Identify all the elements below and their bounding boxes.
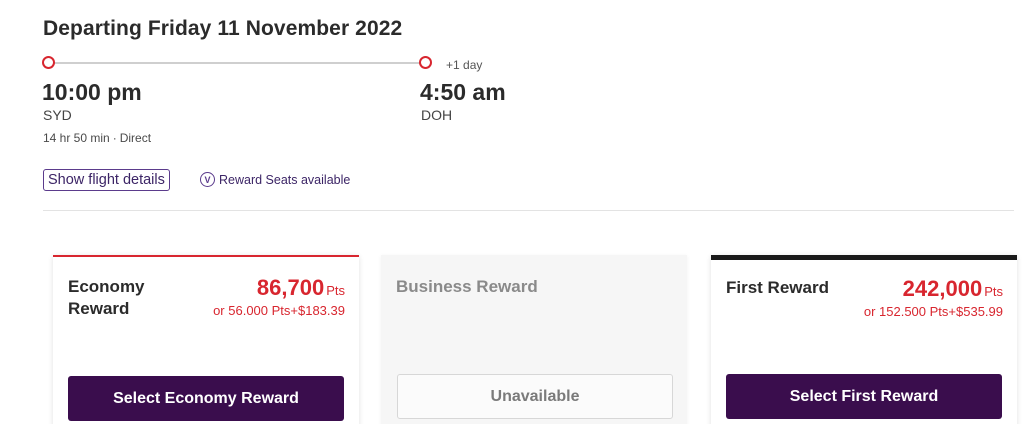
- arrival-airport: DOH: [421, 107, 453, 123]
- flight-stops: Direct: [119, 131, 152, 145]
- departure-time: 10:00 pm: [42, 79, 142, 105]
- route-line: [42, 55, 442, 71]
- fare-title-business: Business Reward: [396, 277, 538, 296]
- fare-card-economy: Economy Reward 86,700 Pts or 56.000 Pts+$…: [53, 255, 359, 424]
- fare-points-unit-first: Pts: [984, 284, 1003, 299]
- fare-card-business: Business Reward Unavailable: [381, 255, 687, 424]
- flight-heading: Departing Friday 11 November 2022: [43, 17, 403, 40]
- flight-duration: 14 hr 50 min: [43, 131, 110, 145]
- day-offset-label: +1 day: [446, 58, 483, 72]
- arrival-marker-icon: [419, 56, 432, 69]
- meta-separator: ·: [112, 131, 117, 145]
- arrival-time: 4:50 am: [420, 79, 506, 105]
- fare-alt-price-first: or 152.500 Pts+$535.99: [863, 304, 1003, 319]
- departure-airport: SYD: [43, 107, 72, 123]
- fare-title-economy: Economy Reward: [68, 277, 145, 318]
- reward-seats-label: Reward Seats available: [219, 172, 351, 187]
- reward-seats-indicator: V Reward Seats available: [200, 172, 350, 187]
- fare-points-first: 242,000: [902, 276, 983, 301]
- select-economy-reward-button[interactable]: Select Economy Reward: [68, 376, 344, 421]
- fare-title-first: First Reward: [726, 278, 829, 297]
- fare-price-economy: 86,700 Pts or 56.000 Pts+$183.39: [213, 275, 345, 318]
- route-track: [50, 62, 425, 64]
- departure-marker-icon: [42, 56, 55, 69]
- fare-card-first: First Reward 242,000 Pts or 152.500 Pts+$…: [711, 255, 1017, 424]
- select-first-reward-button[interactable]: Select First Reward: [726, 374, 1002, 419]
- show-flight-details-button[interactable]: Show flight details: [43, 169, 170, 191]
- business-unavailable-button: Unavailable: [397, 374, 673, 419]
- flight-meta: 14 hr 50 min · Direct: [43, 131, 151, 145]
- velocity-reward-icon: V: [200, 172, 215, 187]
- fare-alt-price-economy: or 56.000 Pts+$183.39: [213, 303, 345, 318]
- fare-points-economy: 86,700: [256, 275, 325, 300]
- section-divider: [43, 210, 1014, 211]
- fare-price-first: 242,000 Pts or 152.500 Pts+$535.99: [864, 276, 1003, 319]
- fare-points-unit-economy: Pts: [326, 283, 345, 298]
